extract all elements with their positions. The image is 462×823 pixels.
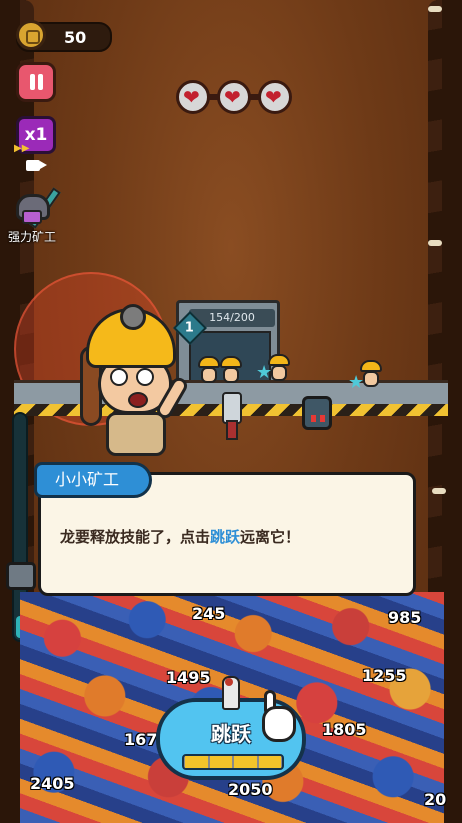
- game-scene: 50 ❤ ❤ ❤ x1 ▶▶ 强力矿工 154/200 1 ★ ★ 245 98…: [0, 0, 462, 823]
- ore-value: 2405: [30, 774, 75, 793]
- lives-hearts: ❤ ❤ ❤: [176, 80, 292, 114]
- small-miner: [220, 356, 242, 384]
- ore-value: 1255: [362, 666, 407, 685]
- pause-button[interactable]: [16, 62, 56, 102]
- dialog-highlight: 跳跃: [210, 528, 241, 546]
- coin-counter: 50: [16, 20, 112, 52]
- ore-value: 1805: [322, 720, 367, 739]
- rocket-icon: [216, 676, 242, 716]
- jump-charge-segment: [185, 756, 208, 768]
- ore-value: 167: [124, 730, 158, 749]
- jump-charge-segment: [209, 756, 232, 768]
- lock-icon: [6, 562, 36, 590]
- bone-decoration: [432, 488, 446, 494]
- dialog-speaker: 小小矿工: [34, 462, 152, 498]
- video-ad-icon: [26, 160, 47, 171]
- coin-icon: [16, 20, 46, 50]
- jump-charge-segment: [258, 756, 281, 768]
- drill-icon: [216, 392, 244, 440]
- fast-forward-icon: ▶▶: [14, 143, 30, 154]
- heart-icon: ❤: [217, 80, 251, 114]
- star-icon: ★: [256, 362, 273, 383]
- star-icon: ★: [348, 372, 365, 393]
- dialog-text: 龙要释放技能了，点击跳跃远离它！: [60, 528, 301, 546]
- ore-value: 2050: [228, 780, 273, 799]
- bone-decoration: [428, 240, 442, 246]
- tutorial-miner-character: [80, 304, 200, 466]
- strong-miner-label: 强力矿工: [8, 230, 57, 244]
- heart-icon: ❤: [176, 80, 210, 114]
- ore-value: 20: [424, 790, 447, 809]
- heart-icon: ❤: [258, 80, 292, 114]
- strong-miner-button[interactable]: [12, 184, 61, 230]
- robot-icon: [302, 396, 332, 430]
- jump-charge-segment: [234, 756, 257, 768]
- ore-value: 245: [192, 604, 226, 623]
- coin-value: 50: [64, 28, 87, 47]
- small-miner: [198, 356, 220, 384]
- jump-charge-bar: [182, 754, 284, 770]
- headlamp-icon: [120, 304, 146, 330]
- ore-value: 1495: [166, 668, 211, 687]
- bone-decoration: [428, 6, 442, 12]
- tap-hand-icon: [256, 690, 302, 746]
- ore-value: 985: [388, 608, 422, 627]
